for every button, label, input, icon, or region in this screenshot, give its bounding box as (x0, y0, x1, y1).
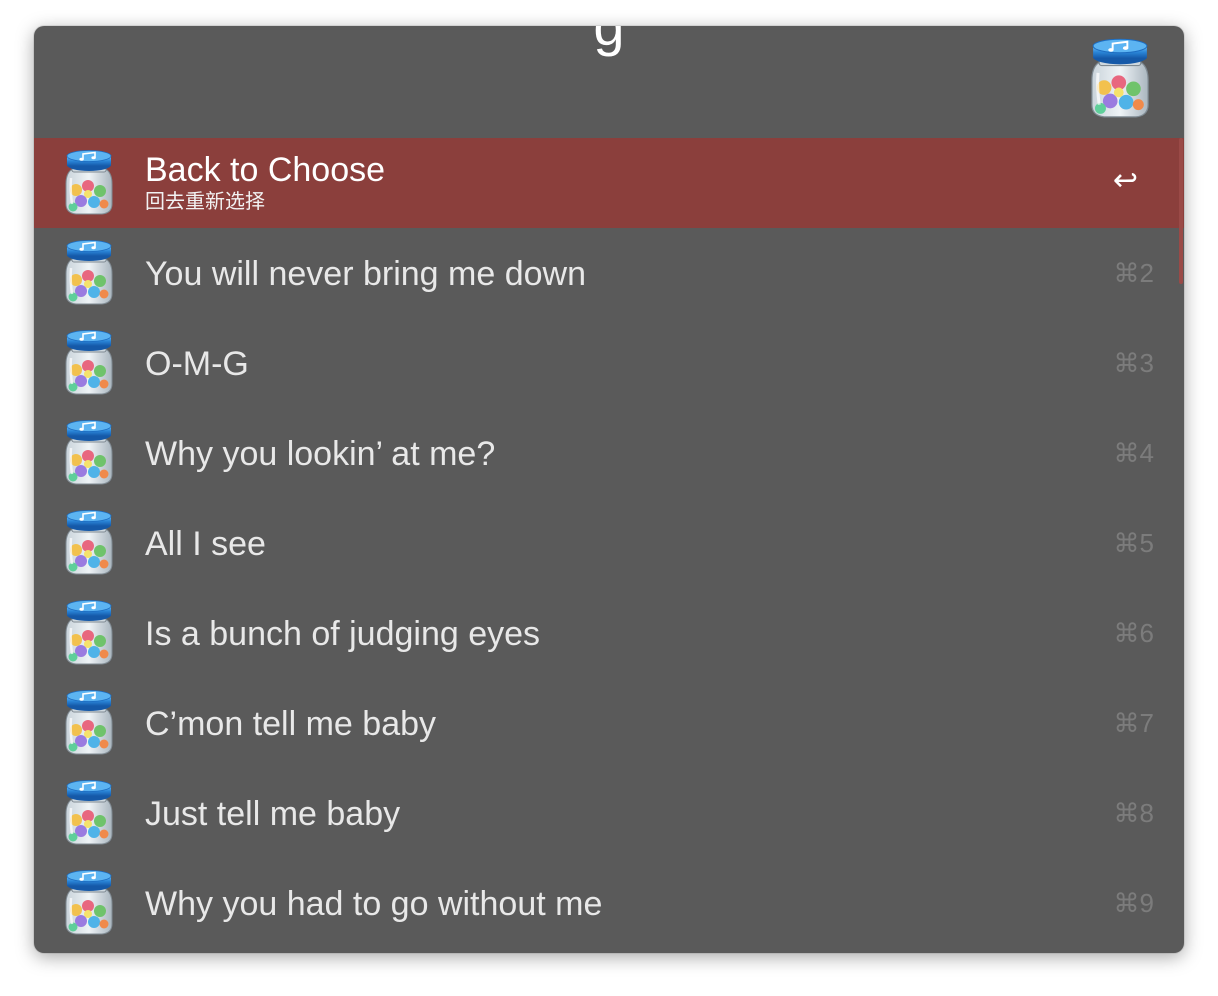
launcher-window: g Back to Choose 回去重新选择 ↩ You will never… (34, 26, 1184, 953)
jar-music-icon (62, 870, 116, 936)
result-shortcut: ⌘5 (1113, 528, 1154, 558)
result-item[interactable]: O-M-G ⌘3 (34, 318, 1184, 408)
jar-music-icon (62, 600, 116, 666)
jar-music-icon (62, 420, 116, 486)
jar-music-icon (62, 150, 116, 216)
jar-music-icon (62, 330, 116, 396)
result-item[interactable]: Why you had to go without me ⌘9 (34, 858, 1184, 948)
search-input[interactable]: g (34, 26, 1184, 56)
scrollbar[interactable] (1179, 138, 1183, 284)
result-item[interactable]: You will never bring me down ⌘2 (34, 228, 1184, 318)
result-title: O-M-G (145, 345, 249, 383)
result-shortcut: ⌘7 (1113, 708, 1154, 738)
result-item[interactable]: Is a bunch of judging eyes ⌘6 (34, 588, 1184, 678)
jar-music-icon (62, 240, 116, 306)
result-item[interactable]: All I see ⌘5 (34, 498, 1184, 588)
result-title: Just tell me baby (145, 795, 401, 833)
result-title: You will never bring me down (145, 255, 586, 293)
result-title: Is a bunch of judging eyes (145, 615, 541, 653)
result-item[interactable]: Just tell me baby ⌘8 (34, 768, 1184, 858)
result-title: Back to Choose (145, 151, 386, 189)
result-shortcut: ⌘3 (1113, 348, 1154, 378)
result-shortcut: ⌘9 (1113, 888, 1154, 918)
jar-music-icon (62, 510, 116, 576)
result-item[interactable]: Back to Choose 回去重新选择 ↩ (34, 138, 1184, 228)
jar-music-icon (62, 780, 116, 846)
search-area[interactable]: g (34, 26, 1184, 138)
result-subtitle: 回去重新选择 (145, 191, 265, 213)
result-shortcut: ⌘4 (1113, 438, 1154, 468)
result-shortcut: ⌘8 (1113, 798, 1154, 828)
results-list: Back to Choose 回去重新选择 ↩ You will never b… (34, 138, 1184, 953)
result-title: C’mon tell me baby (145, 705, 437, 743)
result-item[interactable]: C’mon tell me baby ⌘7 (34, 678, 1184, 768)
result-title: All I see (145, 525, 266, 563)
jar-music-icon (1087, 36, 1153, 122)
result-shortcut: ⌘2 (1113, 258, 1154, 288)
result-title: Why you had to go without me (145, 885, 603, 923)
result-shortcut: ⌘6 (1113, 618, 1154, 648)
result-item[interactable]: Why you lookin’ at me? ⌘4 (34, 408, 1184, 498)
jar-music-icon (62, 690, 116, 756)
result-title: Why you lookin’ at me? (145, 435, 496, 473)
return-key-icon: ↩ (1112, 164, 1138, 197)
